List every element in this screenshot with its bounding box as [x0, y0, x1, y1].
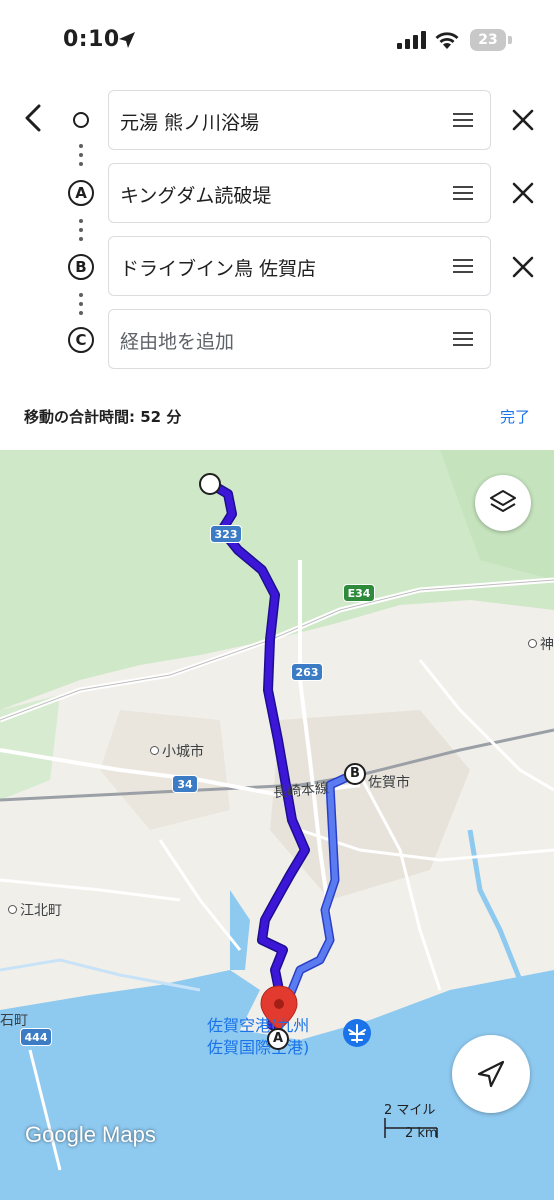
back-button[interactable]	[18, 100, 50, 136]
origin-field[interactable]: 元湯 熊ノ川浴場	[108, 90, 491, 150]
road-line	[0, 878, 181, 902]
route-shield-34: 34	[172, 775, 198, 793]
route-dots	[79, 293, 83, 320]
place-ishi: 石町	[0, 1013, 28, 1029]
remove-stop-button[interactable]	[510, 254, 536, 280]
location-arrow-icon	[119, 32, 135, 48]
place-kan: 神	[528, 634, 554, 654]
google-maps-logo: Google Maps	[25, 1122, 156, 1147]
stop-b-icon: B	[68, 254, 94, 280]
stop-a-text: キングダム読破堤	[120, 185, 272, 207]
airport-label: 佐賀空港(九州 佐賀国際空港)	[207, 1015, 309, 1059]
route-panel: 元湯 熊ノ川浴場 A キングダム読破堤 B ドライブイン鳥 佐賀店 C 経由地を…	[0, 80, 554, 450]
add-stop-field[interactable]: 経由地を追加	[108, 309, 491, 369]
route-dots	[79, 144, 83, 171]
road-line	[158, 839, 242, 951]
cellular-signal-icon	[397, 31, 426, 49]
drag-handle-icon[interactable]	[453, 332, 473, 346]
airport-label-line2: 佐賀国際空港)	[207, 1038, 310, 1057]
drag-handle-icon[interactable]	[453, 113, 473, 127]
origin-marker	[199, 473, 221, 495]
origin-circle-icon	[73, 112, 89, 128]
total-travel-time: 移動の合計時間: 52 分	[24, 408, 182, 426]
scale-miles: 2 マイル	[384, 1103, 436, 1118]
status-bar: 0:10 23	[0, 0, 554, 80]
marker-b[interactable]: B	[344, 763, 366, 785]
remove-stop-button[interactable]	[510, 180, 536, 206]
marker-a[interactable]: A	[267, 1028, 289, 1050]
route-shield-263: 263	[291, 663, 323, 681]
battery-cap	[508, 36, 512, 44]
layers-button[interactable]	[475, 475, 531, 531]
estuary	[230, 890, 250, 970]
my-location-button[interactable]	[452, 1035, 530, 1113]
route-shield-323: 323	[210, 525, 242, 543]
drag-handle-icon[interactable]	[453, 186, 473, 200]
stop-a-icon: A	[68, 180, 94, 206]
stop-c-icon: C	[68, 327, 94, 353]
pin-dot	[274, 999, 284, 1009]
place-saga: 佐賀市	[368, 775, 410, 791]
stop-b-text: ドライブイン鳥 佐賀店	[120, 258, 317, 280]
layers-icon	[490, 490, 516, 512]
place-kohoku: 江北町	[8, 900, 62, 920]
stop-a-field[interactable]: キングダム読破堤	[108, 163, 491, 223]
urban-area	[270, 710, 470, 900]
wifi-icon	[435, 32, 459, 49]
route-dots	[79, 219, 83, 246]
origin-text: 元湯 熊ノ川浴場	[120, 112, 260, 134]
airport-label-line1: 佐賀空港(九州	[207, 1016, 310, 1035]
remove-stop-button[interactable]	[510, 107, 536, 133]
river	[0, 958, 201, 992]
status-time: 0:10	[63, 27, 120, 52]
navigation-arrow-icon	[477, 1060, 505, 1088]
stop-b-field[interactable]: ドライブイン鳥 佐賀店	[108, 236, 491, 296]
expressway-shield-e34: E34	[343, 584, 375, 602]
map-view[interactable]: 323 263 34 444 E34 小城市 佐賀市 江北町 石町 神 長崎本線…	[0, 450, 554, 1200]
add-stop-placeholder: 経由地を追加	[120, 331, 235, 353]
drag-handle-icon[interactable]	[453, 259, 473, 273]
place-ogi: 小城市	[150, 741, 204, 761]
route-shield-444: 444	[20, 1028, 52, 1046]
battery-indicator: 23	[470, 29, 506, 51]
scale-km: 2 km	[405, 1126, 438, 1141]
done-button[interactable]: 完了	[500, 406, 530, 427]
